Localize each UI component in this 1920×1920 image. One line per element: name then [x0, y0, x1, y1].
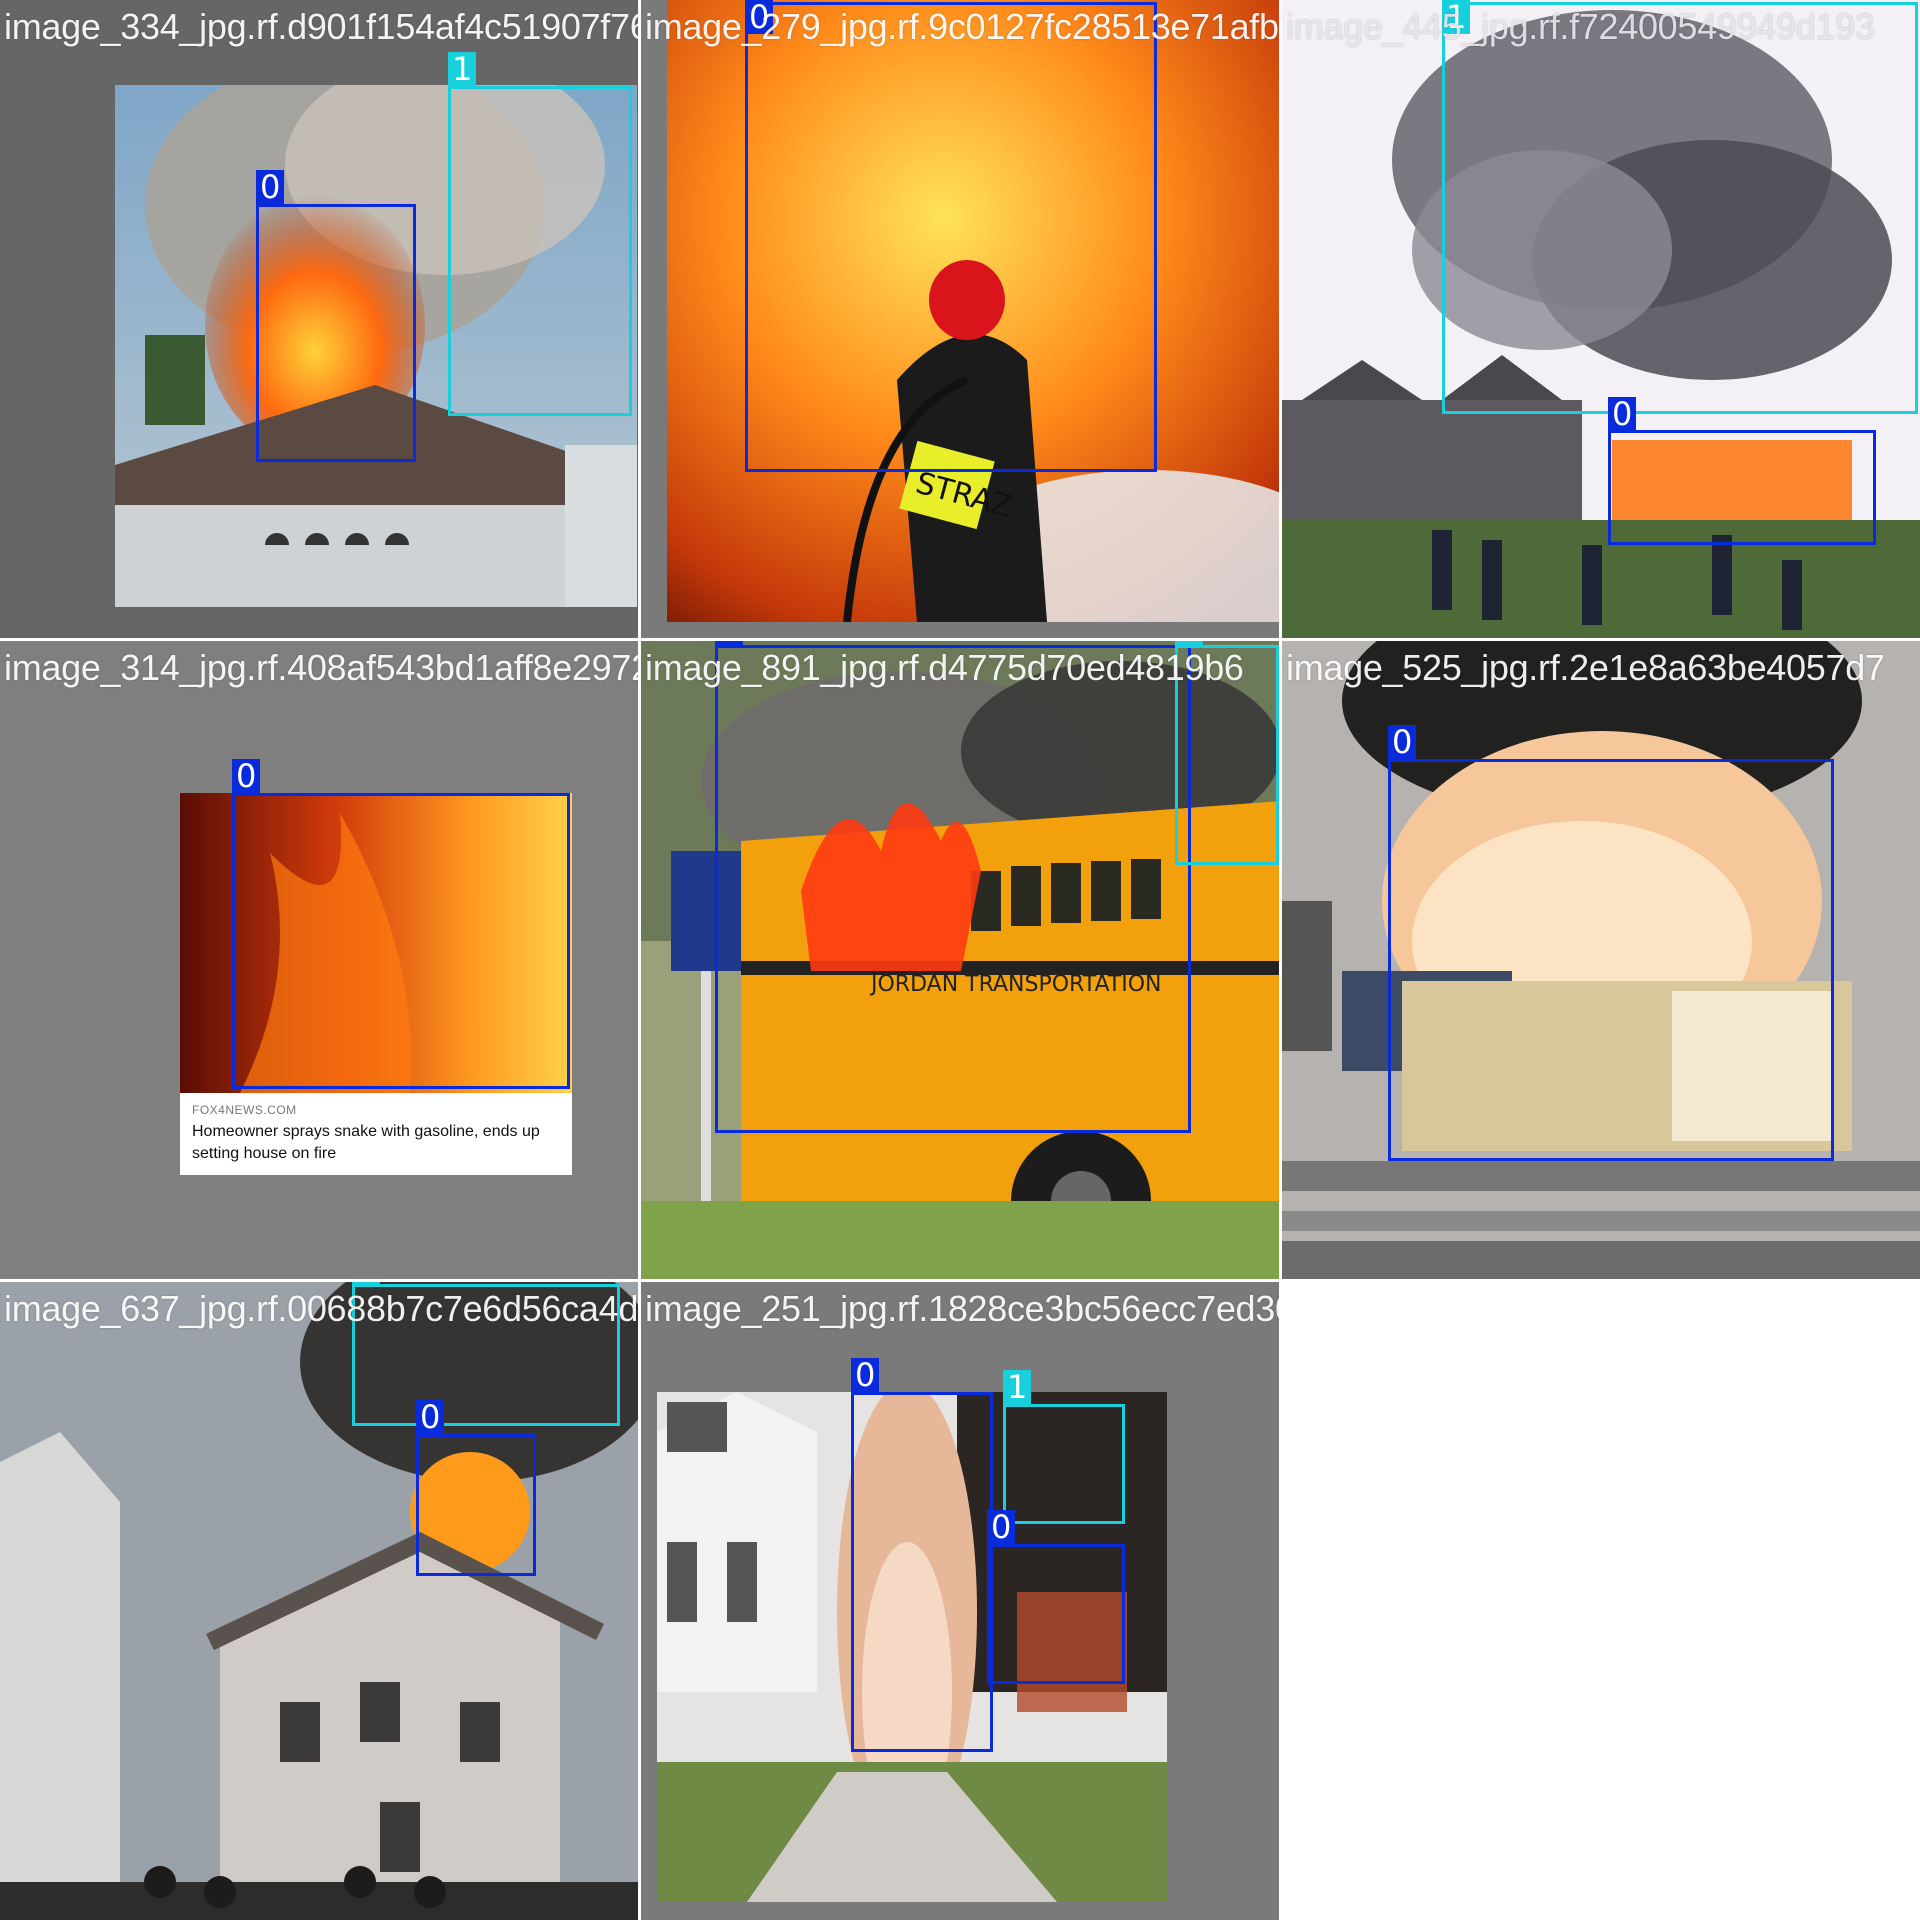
tile-filename: image_334_jpg.rf.d901f154af4c51907f76a27…: [4, 6, 638, 47]
tile-1: 1 0 image_334_jpg.rf.d901f154af4c51907f7…: [0, 0, 638, 638]
bbox-class-0: [232, 793, 570, 1089]
tile-filename: image_251_jpg.rf.1828ce3bc56ecc7ed306550: [645, 1288, 1279, 1329]
tile-3: 1 0 image_445_jpg.rf.f72400549949d193: [1282, 0, 1920, 638]
tile-8: 0 1 0 image_251_jpg.rf.1828ce3bc56ecc7ed…: [641, 1282, 1279, 1920]
bbox-label: 0: [987, 1510, 1016, 1544]
bbox-class-0: [1608, 430, 1876, 545]
bbox-label: 1: [448, 52, 477, 86]
bbox-class-0: [715, 645, 1191, 1133]
mosaic-grid: 1 0 image_334_jpg.rf.d901f154af4c51907f7…: [0, 0, 1920, 1920]
bbox-class-0: [851, 1392, 993, 1752]
bbox-class-1: [1003, 1404, 1125, 1524]
bbox-label: 0: [232, 759, 261, 793]
tile-filename: image_279_jpg.rf.9c0127fc28513e71afbf08b…: [645, 6, 1279, 47]
tile-5: JORDAN TRANSPORTATION 0 1 image_891_jpg.…: [641, 641, 1279, 1279]
tile-4: FOX4NEWS.COM Homeowner sprays snake with…: [0, 641, 638, 1279]
caption-source: FOX4NEWS.COM: [192, 1103, 297, 1117]
bbox-class-0: [256, 204, 416, 462]
tile-filename: image_525_jpg.rf.2e1e8a63be4057d7: [1286, 647, 1885, 688]
tile-filename: image_445_jpg.rf.f72400549949d193: [1286, 6, 1875, 47]
bbox-label: 0: [715, 641, 744, 645]
tile-2: STRAZ 0 image_279_jpg.rf.9c0127fc28513e7…: [641, 0, 1279, 638]
bbox-label: 0: [416, 1400, 445, 1434]
bbox-class-0: [745, 2, 1157, 472]
empty-cell: [1282, 1282, 1920, 1920]
tile-filename: image_637_jpg.rf.00688b7c7e6d56ca4d3618: [4, 1288, 638, 1329]
tile-7: 1 0 image_637_jpg.rf.00688b7c7e6d56ca4d3…: [0, 1282, 638, 1920]
bbox-class-0: [1388, 759, 1834, 1161]
news-caption-card: FOX4NEWS.COM Homeowner sprays snake with…: [180, 1093, 572, 1175]
bbox-class-1: [1442, 2, 1918, 414]
bbox-label: 1: [1003, 1370, 1032, 1404]
tile-6: 0 image_525_jpg.rf.2e1e8a63be4057d7: [1282, 641, 1920, 1279]
bbox-label: 0: [1388, 725, 1417, 759]
bbox-label: 0: [1608, 397, 1637, 431]
bbox-class-1: [448, 86, 632, 416]
bbox-label: 0: [256, 170, 285, 204]
caption-headline: Homeowner sprays snake with gasoline, en…: [192, 1123, 540, 1162]
bbox-class-0: [416, 1434, 536, 1576]
bbox-class-0: [987, 1544, 1125, 1684]
bbox-label: 1: [352, 1282, 381, 1286]
tile-filename: image_891_jpg.rf.d4775d70ed4819b6: [645, 647, 1244, 688]
bbox-label: 0: [851, 1358, 880, 1392]
bbox-label: 1: [1175, 641, 1204, 645]
tile-filename: image_314_jpg.rf.408af543bd1aff8e2972e4: [4, 647, 638, 688]
